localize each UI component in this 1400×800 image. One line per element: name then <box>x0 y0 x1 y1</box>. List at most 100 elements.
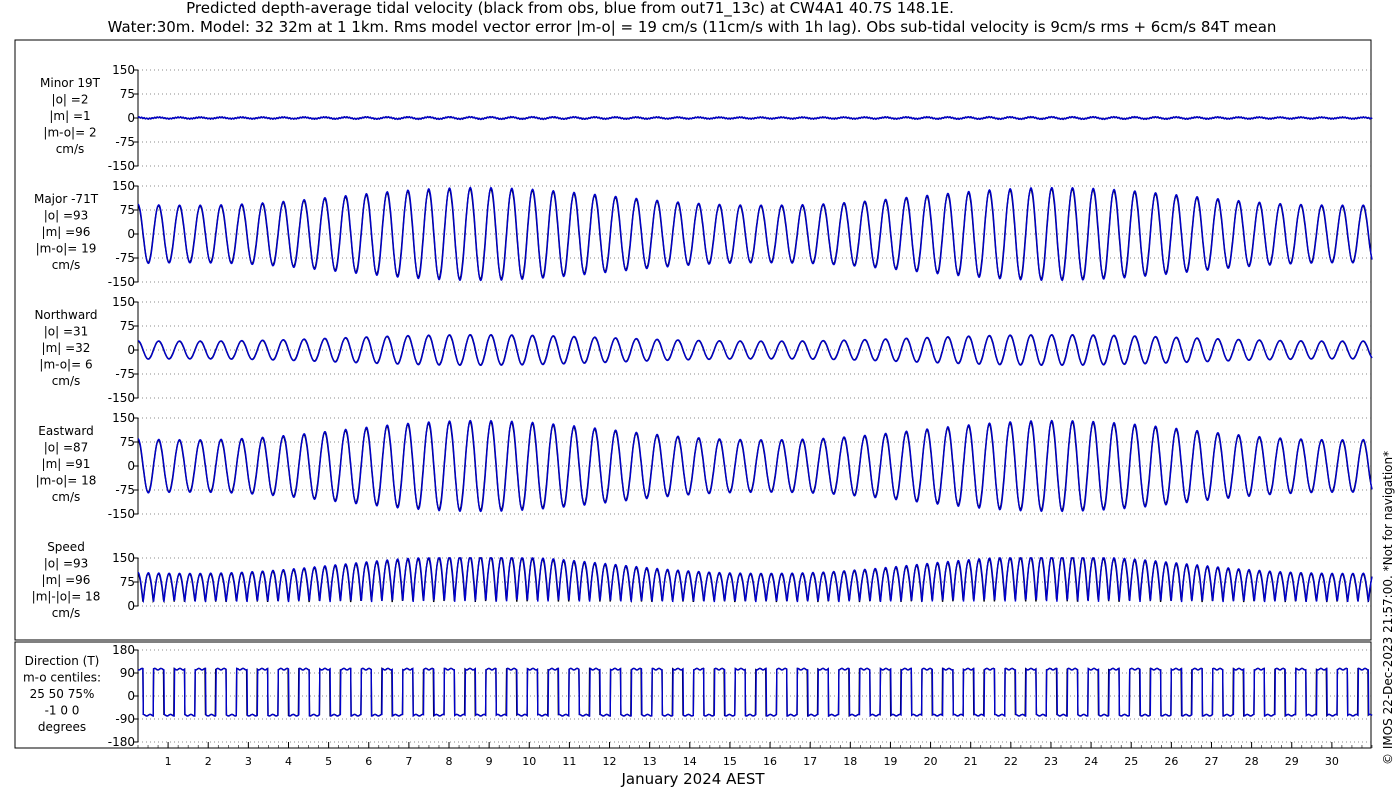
x-tick-label: 23 <box>1044 755 1058 768</box>
panel-label-line: Major -71T <box>34 192 99 206</box>
panel-label-line: |m| =32 <box>42 341 91 355</box>
tidal-velocity-figure: Predicted depth-average tidal velocity (… <box>14 0 1395 788</box>
panel-label-line: |m| =96 <box>42 225 91 239</box>
panel-label-line: |o| =2 <box>52 93 89 107</box>
series-model-line <box>137 115 1373 121</box>
panel-northward: 150 75 0 -75 -150 Northward |o| =31 |m| =32 |m-o… <box>34 295 1373 405</box>
panel-label-line: |m| =91 <box>42 457 91 471</box>
x-tick-label: 24 <box>1084 755 1098 768</box>
x-tick-label: 19 <box>883 755 897 768</box>
y-tick-label: -180 <box>108 735 135 749</box>
x-tick-label: 29 <box>1285 755 1299 768</box>
y-tick-label: 0 <box>127 599 135 613</box>
x-tick-label: 9 <box>486 755 493 768</box>
panel-label-line: |m|-|o|= 18 <box>32 590 101 604</box>
x-tick-label: 13 <box>643 755 657 768</box>
x-axis-label: January 2024 AEST <box>621 770 766 788</box>
panel-label-line: Direction (T) <box>25 654 100 668</box>
panel-label-line: Speed <box>47 540 85 554</box>
y-tick-label: 75 <box>120 203 135 217</box>
x-tick-label: 27 <box>1204 755 1218 768</box>
chart-title-line-2: Water:30m. Model: 32 32m at 1 1km. Rms m… <box>108 18 1277 36</box>
y-tick-label: -90 <box>115 712 135 726</box>
x-tick-label: 20 <box>924 755 938 768</box>
panel-label-line: cm/s <box>52 606 81 620</box>
y-tick-label: -150 <box>108 275 135 289</box>
x-tick-label: 5 <box>325 755 332 768</box>
x-tick-label: 22 <box>1004 755 1018 768</box>
panel-label-line: Eastward <box>38 424 93 438</box>
x-tick-label: 26 <box>1164 755 1178 768</box>
y-tick-label: 150 <box>112 179 135 193</box>
y-tick-label: 0 <box>127 459 135 473</box>
y-tick-label: -150 <box>108 159 135 173</box>
y-tick-label: 180 <box>112 643 135 657</box>
x-tick-label: 8 <box>446 755 453 768</box>
y-tick-label: -75 <box>115 483 135 497</box>
x-tick-label: 4 <box>285 755 292 768</box>
x-tick-label: 14 <box>683 755 697 768</box>
panel-label-line: -1 0 0 <box>45 704 80 718</box>
upper-plot-frame <box>14 39 1372 641</box>
panel-major: 150 75 0 -75 -150 Major -71T |o| =93 |m| =96 |m-… <box>34 179 1373 289</box>
y-tick-label: 75 <box>120 575 135 589</box>
panel-label-line: |m-o|= 6 <box>39 358 92 372</box>
x-tick-label: 7 <box>405 755 412 768</box>
x-tick-label: 6 <box>365 755 372 768</box>
panel-label-line: |m| =96 <box>42 573 91 587</box>
panel-minor: 150 75 0 -75 -150 Minor 19T |o| =2 |m| =1 |m-o|=… <box>40 63 1373 173</box>
y-tick-label: 75 <box>120 435 135 449</box>
panel-label-line: cm/s <box>52 490 81 504</box>
y-tick-label: 75 <box>120 87 135 101</box>
y-tick-label: 0 <box>127 689 135 703</box>
x-tick-label: 16 <box>763 755 777 768</box>
y-tick-label: -150 <box>108 507 135 521</box>
x-tick-label: 3 <box>245 755 252 768</box>
y-tick-label: 150 <box>112 295 135 309</box>
y-tick-label: 90 <box>120 666 135 680</box>
x-tick-label: 21 <box>964 755 978 768</box>
panel-label-line: Northward <box>34 308 97 322</box>
x-tick-label: 30 <box>1325 755 1339 768</box>
y-tick-label: 150 <box>112 551 135 565</box>
x-tick-label: 15 <box>723 755 737 768</box>
x-tick-label: 11 <box>562 755 576 768</box>
x-tick-label: 17 <box>803 755 817 768</box>
panel-label-line: |o| =93 <box>44 557 89 571</box>
y-tick-label: 150 <box>112 411 135 425</box>
panel-label-line: degrees <box>38 720 86 734</box>
panel-label-line: |m-o|= 19 <box>36 242 97 256</box>
panel-label-line: m-o centiles: <box>23 671 101 685</box>
y-tick-label: -150 <box>108 391 135 405</box>
y-tick-label: -75 <box>115 251 135 265</box>
panel-eastward: 150 75 0 -75 -150 Eastward |o| =87 |m| =91 |m-o|… <box>36 411 1373 521</box>
x-tick-label: 18 <box>843 755 857 768</box>
copyright-note: © IMOS 22-Dec-2023 21:57:00. *Not for na… <box>1381 451 1395 765</box>
y-tick-label: 0 <box>127 227 135 241</box>
panel-label-line: cm/s <box>52 258 81 272</box>
x-tick-label: 12 <box>603 755 617 768</box>
panel-label-line: |o| =93 <box>44 209 89 223</box>
y-tick-label: -75 <box>115 135 135 149</box>
y-tick-label: -75 <box>115 367 135 381</box>
panel-label-line: |o| =87 <box>44 441 89 455</box>
panels-layer: 150 75 0 -75 -150 Minor 19T |o| =2 |m| =1 |m-o|=… <box>23 63 1373 749</box>
x-tick-label: 2 <box>205 755 212 768</box>
panel-label-line: |m-o|= 2 <box>43 126 96 140</box>
x-axis: 1 2 3 4 5 6 7 8 9 10 11 12 13 14 15 16 17 18 19 20 21 22 23 24 2… <box>137 742 1373 768</box>
x-tick-label: 1 <box>165 755 172 768</box>
panel-label-line: 25 50 75% <box>30 687 95 701</box>
y-tick-label: 150 <box>112 63 135 77</box>
panel-label-line: |m| =1 <box>49 109 90 123</box>
panel-speed: 150 75 0 Speed |o| =93 |m| =96 |m|-|o|= 18 cm/s <box>32 540 1373 620</box>
x-tick-label: 28 <box>1245 755 1259 768</box>
y-tick-label: 75 <box>120 319 135 333</box>
x-tick-label: 25 <box>1124 755 1138 768</box>
chart-title-line-1: Predicted depth-average tidal velocity (… <box>186 0 954 18</box>
panel-direction: 180 90 0 -90 -180 Direction (T) m-o centiles: 2… <box>23 643 1373 749</box>
panel-label-line: cm/s <box>56 142 85 156</box>
series-model-line <box>137 557 1373 604</box>
panel-label-line: Minor 19T <box>40 76 101 90</box>
series-obs-line <box>137 667 1373 718</box>
y-tick-label: 0 <box>127 111 135 125</box>
